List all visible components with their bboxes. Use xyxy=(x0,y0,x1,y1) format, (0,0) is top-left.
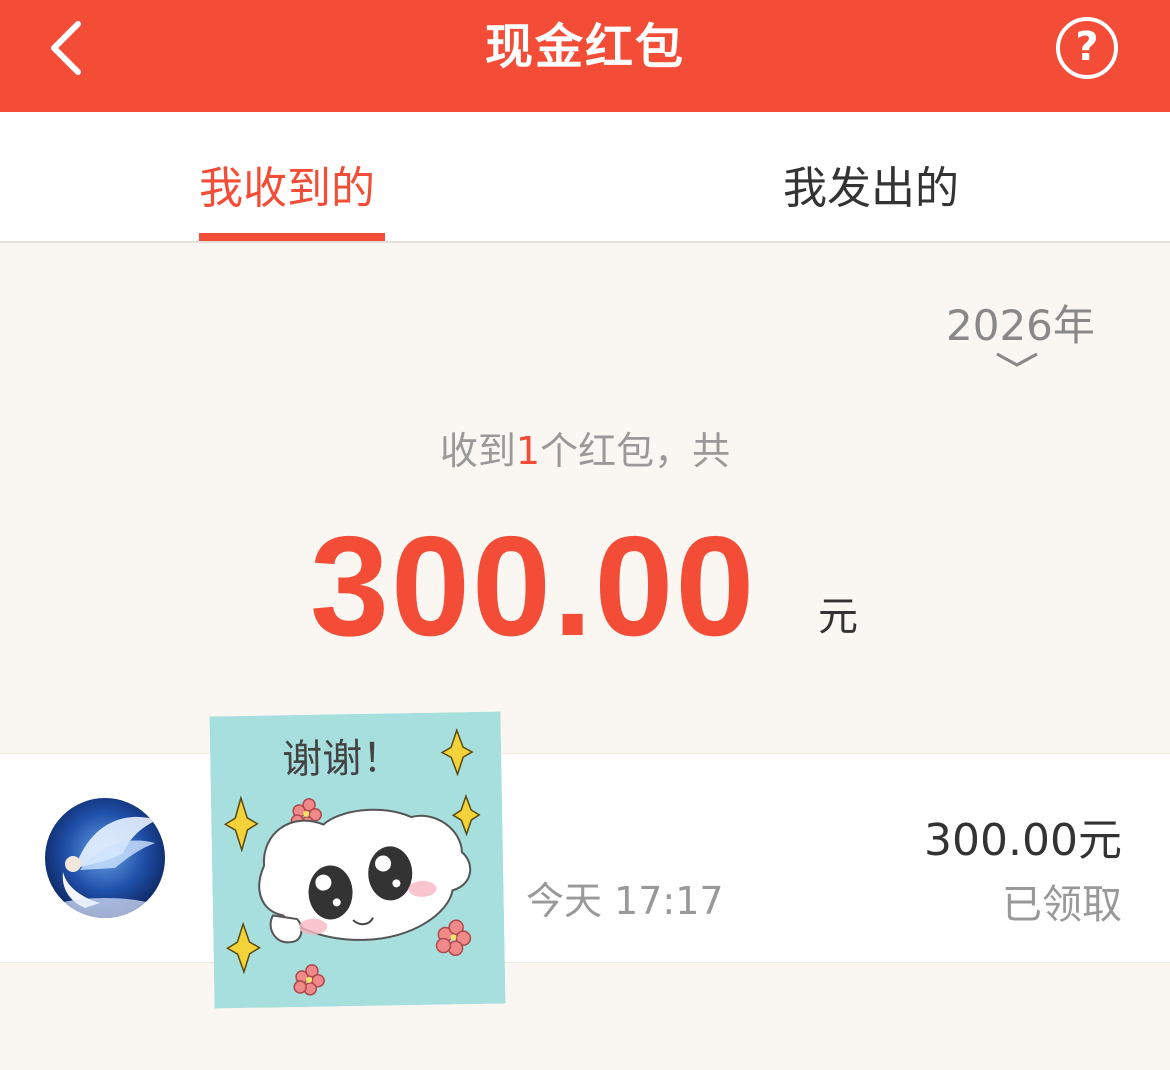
page-title: 现金红包 xyxy=(484,19,685,75)
help-button[interactable]: ? xyxy=(1056,17,1118,79)
received-summary: 收到1个红包，共 xyxy=(0,420,1170,475)
thank-you-sticker: 谢谢！ xyxy=(209,711,506,1009)
top-bar: 现金红包 ? xyxy=(0,0,1170,112)
summary-suffix: 个红包，共 xyxy=(540,429,731,473)
chevron-down-icon[interactable] xyxy=(994,350,1040,370)
tab-sent[interactable]: 我发出的 xyxy=(783,152,959,216)
packet-count: 1 xyxy=(515,429,541,473)
sticker-text: 谢谢！ xyxy=(282,735,403,783)
record-amount: 300.00元 xyxy=(924,815,1122,866)
active-tab-indicator xyxy=(199,233,385,241)
total-amount-unit: 元 xyxy=(818,594,858,640)
tab-received[interactable]: 我收到的 xyxy=(199,152,375,216)
total-amount: 300.00 xyxy=(310,507,757,666)
record-time: 今天 17:17 xyxy=(526,879,724,923)
summary-prefix: 收到 xyxy=(439,429,516,473)
list-item[interactable]: 今天 17:17 300.00元 已领取 xyxy=(0,753,1170,963)
record-status: 已领取 xyxy=(1002,882,1122,928)
avatar xyxy=(45,798,165,918)
angel-avatar-image xyxy=(45,798,165,918)
year-selector[interactable]: 2026年 xyxy=(946,292,1095,353)
puppy-sticker-image: 谢谢！ xyxy=(209,711,506,1009)
tab-bar: 我收到的 我发出的 xyxy=(0,112,1170,243)
